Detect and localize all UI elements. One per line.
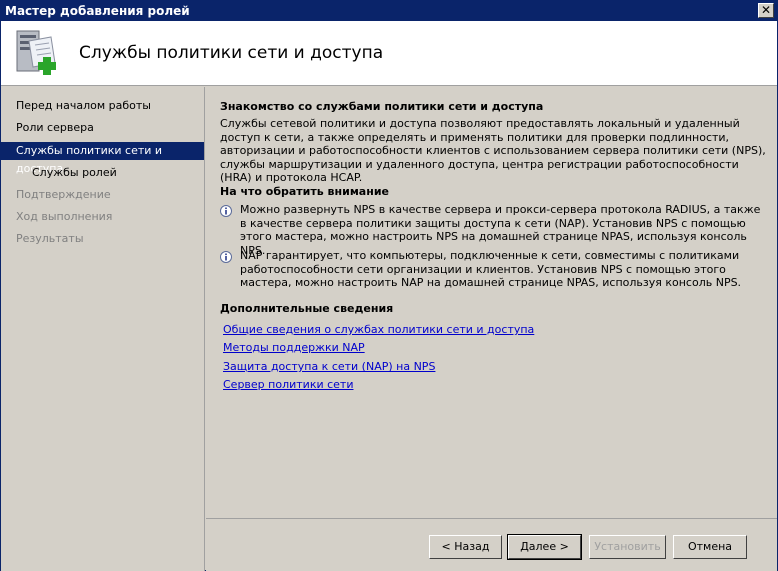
link-nps-server[interactable]: Сервер политики сети bbox=[223, 378, 353, 391]
install-button: Установить bbox=[589, 535, 666, 559]
note-text: NAP гарантирует, что компьютеры, подключ… bbox=[240, 249, 742, 289]
server-add-icon bbox=[16, 30, 56, 75]
step-before-you-begin[interactable]: Перед началом работы bbox=[1, 97, 204, 115]
step-role-services[interactable]: Службы ролей bbox=[1, 164, 204, 182]
close-button[interactable]: ✕ bbox=[758, 3, 774, 18]
step-confirmation: Подтверждение bbox=[16, 188, 111, 201]
button-bar: < Назад Далее > Установить Отмена bbox=[206, 518, 777, 571]
link-nap-methods[interactable]: Методы поддержки NAP bbox=[223, 341, 365, 354]
step-progress: Ход выполнения bbox=[16, 210, 113, 223]
info-icon bbox=[220, 251, 232, 263]
intro-text: Службы сетевой политики и доступа позвол… bbox=[220, 117, 766, 184]
next-button[interactable]: Далее > bbox=[507, 534, 582, 560]
window-title: Мастер добавления ролей bbox=[5, 4, 190, 18]
step-network-policy[interactable]: Службы политики сети и доступа bbox=[1, 142, 204, 175]
info-icon bbox=[220, 205, 232, 217]
link-nap-on-nps[interactable]: Защита доступа к сети (NAP) на NPS bbox=[223, 360, 435, 373]
wizard-header: Службы политики сети и доступа bbox=[1, 21, 777, 86]
link-npas-overview[interactable]: Общие сведения о службах политики сети и… bbox=[223, 323, 534, 336]
intro-heading: Знакомство со службами политики сети и д… bbox=[220, 100, 544, 113]
step-server-roles[interactable]: Роли сервера bbox=[1, 119, 204, 137]
back-button[interactable]: < Назад bbox=[429, 535, 502, 559]
title-bar[interactable]: Мастер добавления ролей ✕ bbox=[1, 1, 777, 21]
wizard-steps: Перед началом работы Роли сервера Службы… bbox=[1, 87, 205, 571]
cancel-button[interactable]: Отмена bbox=[673, 535, 747, 559]
page-title: Службы политики сети и доступа bbox=[79, 43, 384, 63]
more-info-heading: Дополнительные сведения bbox=[220, 302, 394, 315]
step-results: Результаты bbox=[16, 232, 84, 245]
content-pane: Знакомство со службами политики сети и д… bbox=[206, 87, 777, 517]
notes-heading: На что обратить внимание bbox=[220, 185, 390, 198]
wizard-window: Мастер добавления ролей ✕ Службы политик… bbox=[0, 0, 778, 571]
